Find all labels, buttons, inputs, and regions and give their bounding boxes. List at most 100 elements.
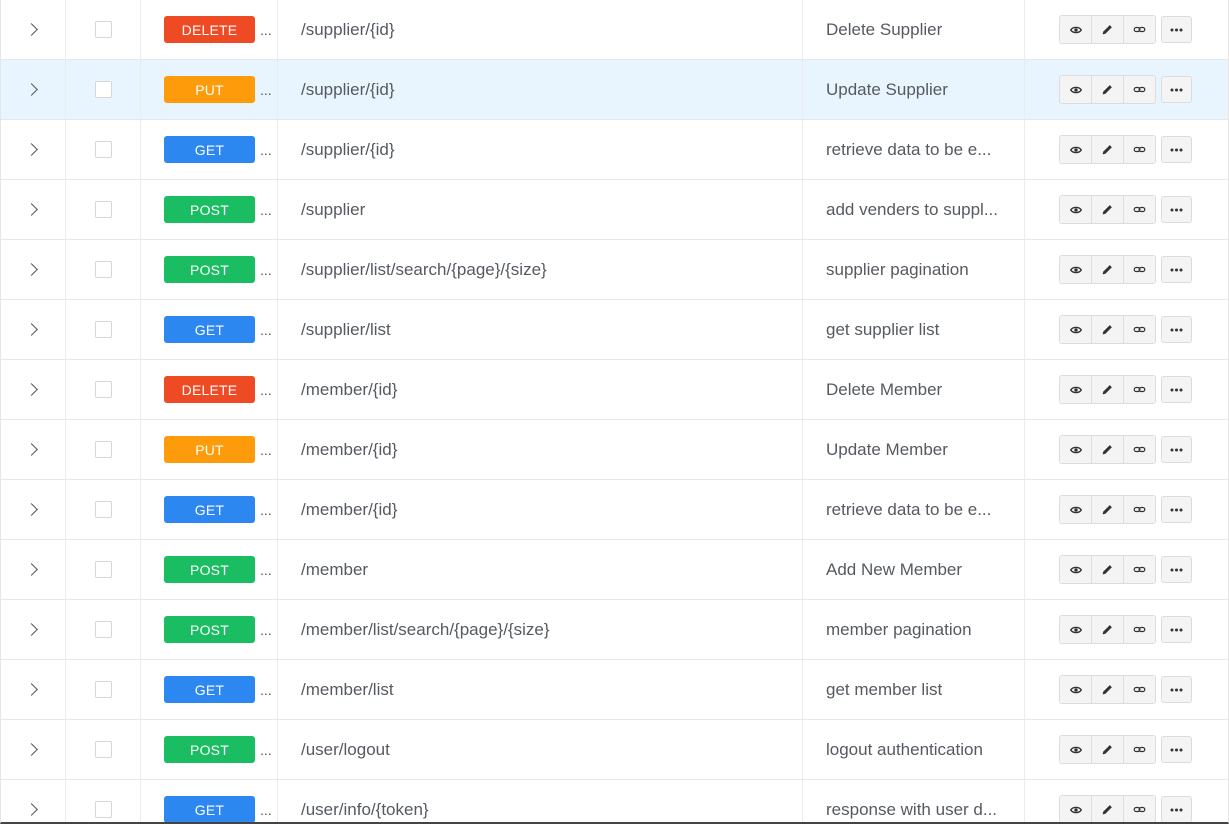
link-button[interactable] [1124,796,1155,822]
view-button[interactable] [1060,556,1092,583]
more-button[interactable] [1161,376,1192,403]
more-button[interactable] [1161,436,1192,463]
edit-button[interactable] [1092,376,1124,403]
more-button[interactable] [1161,196,1192,223]
link-button[interactable] [1124,316,1155,343]
chevron-right-icon[interactable] [24,83,38,96]
method-ellipsis[interactable]: ... [260,142,272,158]
method-ellipsis[interactable]: ... [260,622,272,638]
edit-button[interactable] [1092,436,1124,463]
view-button[interactable] [1060,16,1092,43]
view-button[interactable] [1060,136,1092,163]
chevron-right-icon[interactable] [24,23,38,36]
method-ellipsis[interactable]: ... [260,82,272,98]
chevron-right-icon[interactable] [24,623,38,636]
row-checkbox[interactable] [94,81,112,98]
edit-button[interactable] [1092,676,1124,703]
more-button[interactable] [1161,736,1192,763]
method-ellipsis[interactable]: ... [260,562,272,578]
table-row[interactable]: GET ... /member/list get member list [1,660,1228,720]
row-checkbox[interactable] [94,381,112,398]
row-checkbox[interactable] [94,561,112,578]
method-ellipsis[interactable]: ... [260,742,272,758]
chevron-right-icon[interactable] [24,203,38,216]
more-button[interactable] [1161,616,1192,643]
method-ellipsis[interactable]: ... [260,22,272,38]
row-checkbox[interactable] [94,741,112,758]
chevron-right-icon[interactable] [24,503,38,516]
chevron-right-icon[interactable] [24,683,38,696]
table-row[interactable]: PUT ... /supplier/{id} Update Supplier [1,60,1228,120]
row-checkbox[interactable] [94,261,112,278]
method-ellipsis[interactable]: ... [260,382,272,398]
row-checkbox[interactable] [94,621,112,638]
row-checkbox[interactable] [94,141,112,158]
link-button[interactable] [1124,256,1155,283]
edit-button[interactable] [1092,796,1124,822]
link-button[interactable] [1124,136,1155,163]
edit-button[interactable] [1092,496,1124,523]
view-button[interactable] [1060,496,1092,523]
table-row[interactable]: POST ... /user/logout logout authenticat… [1,720,1228,780]
method-ellipsis[interactable]: ... [260,202,272,218]
edit-button[interactable] [1092,736,1124,763]
edit-button[interactable] [1092,196,1124,223]
chevron-right-icon[interactable] [24,263,38,276]
row-checkbox[interactable] [94,441,112,458]
more-button[interactable] [1161,556,1192,583]
chevron-right-icon[interactable] [24,143,38,156]
table-row[interactable]: GET ... /member/{id} retrieve data to be… [1,480,1228,540]
table-row[interactable]: GET ... /supplier/{id} retrieve data to … [1,120,1228,180]
more-button[interactable] [1161,496,1192,523]
link-button[interactable] [1124,556,1155,583]
edit-button[interactable] [1092,316,1124,343]
edit-button[interactable] [1092,616,1124,643]
table-row[interactable]: PUT ... /member/{id} Update Member [1,420,1228,480]
view-button[interactable] [1060,796,1092,822]
more-button[interactable] [1161,256,1192,283]
view-button[interactable] [1060,436,1092,463]
more-button[interactable] [1161,676,1192,703]
link-button[interactable] [1124,16,1155,43]
edit-button[interactable] [1092,76,1124,103]
row-checkbox[interactable] [94,321,112,338]
view-button[interactable] [1060,196,1092,223]
view-button[interactable] [1060,616,1092,643]
row-checkbox[interactable] [94,201,112,218]
view-button[interactable] [1060,256,1092,283]
chevron-right-icon[interactable] [24,323,38,336]
view-button[interactable] [1060,76,1092,103]
table-row[interactable]: DELETE ... /member/{id} Delete Member [1,360,1228,420]
chevron-right-icon[interactable] [24,443,38,456]
edit-button[interactable] [1092,256,1124,283]
more-button[interactable] [1161,16,1192,43]
view-button[interactable] [1060,316,1092,343]
view-button[interactable] [1060,676,1092,703]
table-row[interactable]: GET ... /user/info/{token} response with… [1,780,1228,822]
method-ellipsis[interactable]: ... [260,322,272,338]
edit-button[interactable] [1092,136,1124,163]
more-button[interactable] [1161,316,1192,343]
table-row[interactable]: POST ... /member Add New Member [1,540,1228,600]
row-checkbox[interactable] [94,801,112,818]
more-button[interactable] [1161,796,1192,822]
table-row[interactable]: POST ... /member/list/search/{page}/{siz… [1,600,1228,660]
table-row[interactable]: DELETE ... /supplier/{id} Delete Supplie… [1,0,1228,60]
link-button[interactable] [1124,436,1155,463]
chevron-right-icon[interactable] [24,383,38,396]
table-row[interactable]: POST ... /supplier add venders to suppl.… [1,180,1228,240]
table-row[interactable]: POST ... /supplier/list/search/{page}/{s… [1,240,1228,300]
link-button[interactable] [1124,196,1155,223]
table-row[interactable]: GET ... /supplier/list get supplier list [1,300,1228,360]
row-checkbox[interactable] [94,681,112,698]
method-ellipsis[interactable]: ... [260,802,272,818]
edit-button[interactable] [1092,16,1124,43]
chevron-right-icon[interactable] [24,563,38,576]
link-button[interactable] [1124,676,1155,703]
link-button[interactable] [1124,376,1155,403]
link-button[interactable] [1124,496,1155,523]
more-button[interactable] [1161,136,1192,163]
method-ellipsis[interactable]: ... [260,442,272,458]
row-checkbox[interactable] [94,501,112,518]
view-button[interactable] [1060,376,1092,403]
